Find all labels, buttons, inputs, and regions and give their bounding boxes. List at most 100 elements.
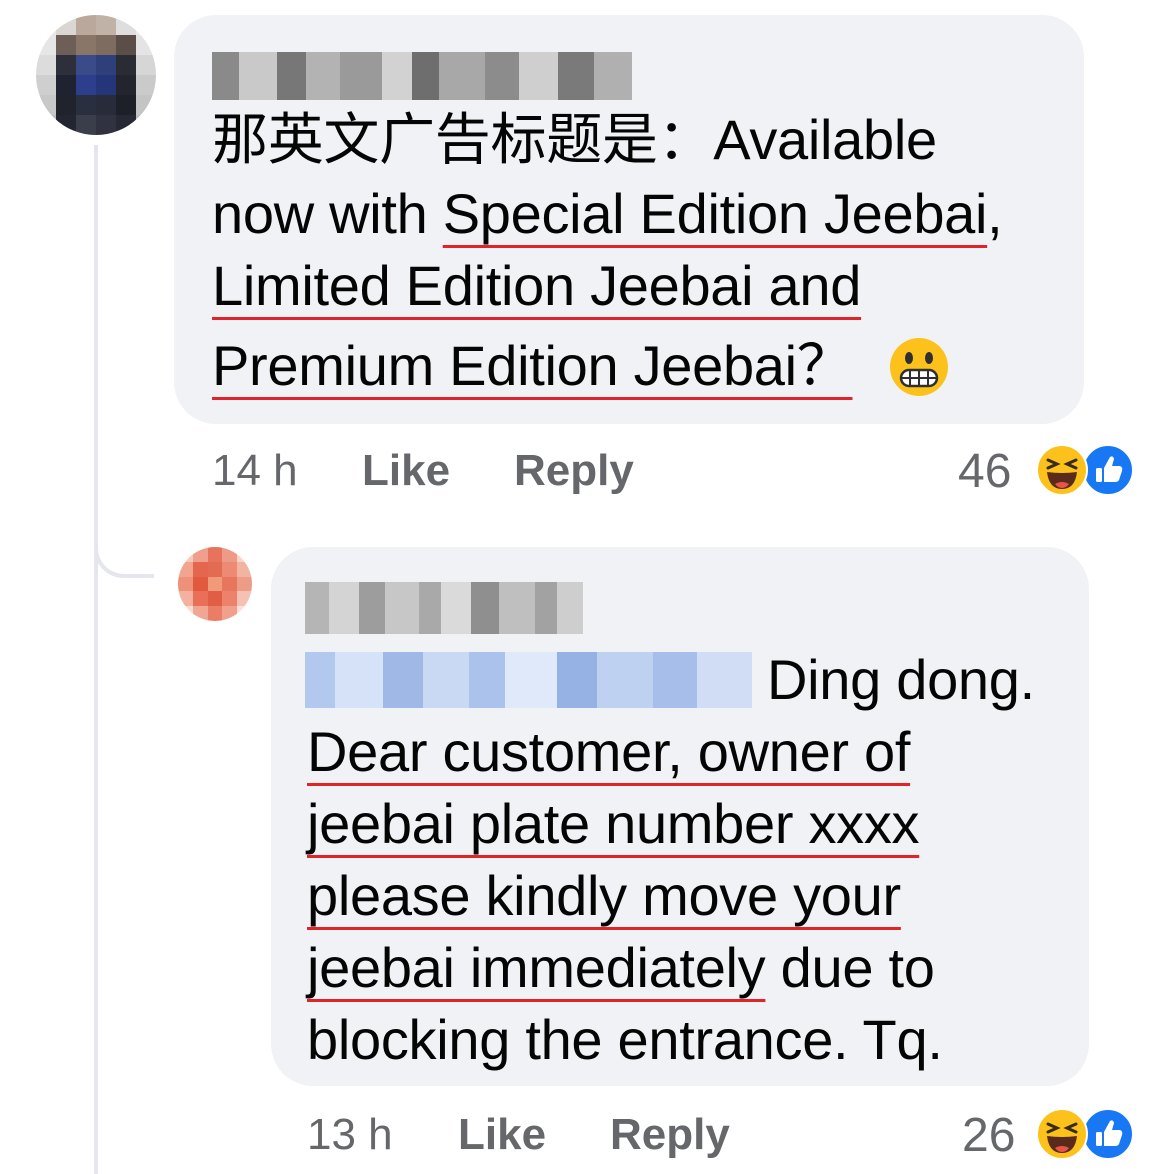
redaction-block <box>557 652 597 708</box>
avatar-pixel <box>237 576 252 592</box>
avatar-pixel <box>222 606 238 621</box>
redaction-block <box>697 652 752 708</box>
redaction-block <box>383 652 423 708</box>
redaction-block <box>238 52 277 100</box>
avatar-pixel <box>192 547 208 562</box>
like-button[interactable]: Like <box>458 1110 546 1160</box>
avatar-pixel <box>116 35 136 55</box>
avatar-pixel <box>76 35 96 55</box>
redaction-block <box>305 52 340 100</box>
avatar-pixel <box>178 576 193 592</box>
avatar-pixel <box>178 606 193 621</box>
avatar-pixel <box>76 95 96 115</box>
redaction-block <box>557 582 583 634</box>
redaction-block <box>485 52 520 100</box>
avatar-pixel <box>56 15 76 35</box>
avatar-pixel <box>116 75 136 95</box>
avatar-pixel <box>116 55 136 75</box>
redaction-block <box>329 582 359 634</box>
avatar-pixel <box>76 55 96 75</box>
avatar-pixel <box>56 75 76 95</box>
avatar-pixel <box>36 55 56 75</box>
redaction-block <box>505 652 557 708</box>
redaction-block <box>439 52 486 100</box>
avatar-pixel <box>136 35 156 55</box>
avatar-pixel <box>207 561 223 577</box>
avatar-pixel <box>237 547 252 562</box>
redaction-block <box>381 52 413 100</box>
reaction-count[interactable]: 46 <box>958 444 1011 499</box>
author-name-blurred[interactable] <box>305 582 583 634</box>
avatar-pixel <box>116 115 136 135</box>
comment-time[interactable]: 13 h <box>307 1110 393 1160</box>
author-name-blurred[interactable] <box>212 52 633 100</box>
comment-text-line: blocking the entrance. Tq. <box>307 1008 943 1071</box>
redaction-block <box>335 652 383 708</box>
comment-time[interactable]: 14 h <box>212 446 298 496</box>
redaction-block <box>441 582 471 634</box>
avatar-pixel <box>222 561 238 577</box>
avatar-pixel <box>96 35 116 55</box>
comment-text-line: jeebai plate number xxxx <box>307 792 920 855</box>
haha-icon[interactable] <box>1036 444 1088 496</box>
like-icon[interactable] <box>1082 1108 1134 1160</box>
avatar-pixel <box>237 606 252 621</box>
redaction-block <box>339 52 382 100</box>
avatar-pixel <box>76 75 96 95</box>
avatar[interactable] <box>36 15 156 135</box>
avatar-pixel <box>96 115 116 135</box>
redaction-block <box>593 52 633 100</box>
comment-text-line: Premium Edition Jeebai？ <box>212 334 853 397</box>
comment-text-line: please kindly move your <box>307 864 901 927</box>
redaction-block <box>597 652 653 708</box>
comment-text-line: now with Special Edition Jeebai, <box>212 182 1003 245</box>
avatar-pixel <box>36 115 56 135</box>
thread-line <box>94 145 98 1174</box>
avatar-pixel <box>56 55 76 75</box>
haha-icon[interactable] <box>1036 1108 1088 1160</box>
avatar-pixel <box>96 95 116 115</box>
reaction-count[interactable]: 26 <box>962 1108 1015 1163</box>
redaction-block <box>419 582 441 634</box>
avatar-pixel <box>96 15 116 35</box>
avatar-pixel <box>178 561 193 577</box>
like-icon[interactable] <box>1082 444 1134 496</box>
redaction-block <box>557 52 594 100</box>
comment-text-line: Dear customer, owner of <box>307 720 911 783</box>
redaction-block <box>385 582 419 634</box>
comment-text-line: Ding dong. <box>767 648 1035 711</box>
avatar-pixel <box>36 75 56 95</box>
like-button[interactable]: Like <box>362 446 450 496</box>
avatar-pixel <box>222 576 238 592</box>
redaction-block <box>535 582 557 634</box>
redaction-block <box>305 652 335 708</box>
redaction-block <box>653 652 697 708</box>
avatar-pixel <box>116 95 136 115</box>
avatar[interactable] <box>178 547 252 621</box>
redaction-block <box>276 52 306 100</box>
avatar-pixel <box>36 95 56 115</box>
avatar-pixel <box>192 606 208 621</box>
mention-tag-blurred[interactable] <box>305 652 752 708</box>
redaction-block <box>412 52 440 100</box>
redaction-block <box>305 582 329 634</box>
avatar-pixel <box>178 547 193 562</box>
avatar-pixel <box>178 591 193 607</box>
redaction-block <box>519 52 558 100</box>
avatar-pixel <box>96 75 116 95</box>
reply-button[interactable]: Reply <box>514 446 634 496</box>
avatar-pixel <box>192 561 208 577</box>
redaction-block <box>471 582 499 634</box>
avatar-pixel <box>116 15 136 35</box>
avatar-pixel <box>222 547 238 562</box>
avatar-pixel <box>36 15 56 35</box>
redaction-block <box>499 582 535 634</box>
avatar-pixel <box>207 547 223 562</box>
reply-button[interactable]: Reply <box>610 1110 730 1160</box>
avatar-pixel <box>207 606 223 621</box>
avatar-pixel <box>136 55 156 75</box>
avatar-pixel <box>237 561 252 577</box>
redaction-block <box>423 652 469 708</box>
redaction-block <box>359 582 385 634</box>
avatar-pixel <box>136 115 156 135</box>
